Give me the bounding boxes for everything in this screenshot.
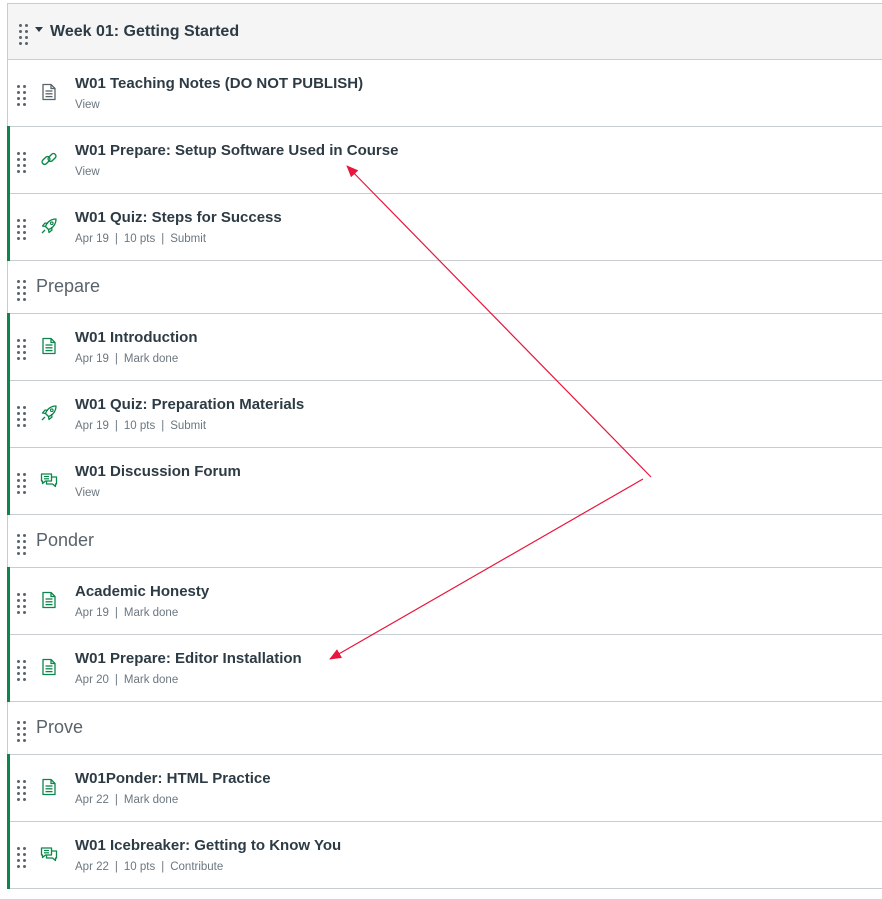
item-action-link[interactable]: View [75, 487, 100, 499]
item-title-link[interactable]: W01 Icebreaker: Getting to Know You [75, 837, 341, 854]
item-action-link[interactable]: Contribute [170, 861, 223, 873]
drag-handle-icon[interactable] [17, 780, 26, 801]
text-header-row: Prepare [8, 261, 882, 314]
link-icon [39, 149, 59, 169]
item-meta: Apr 19 | Mark done [75, 353, 178, 365]
item-meta: View [75, 487, 100, 499]
drag-handle-icon[interactable] [17, 85, 26, 106]
module-item-row[interactable]: W01 Quiz: Steps for Success Apr 19 | 10 pts… [7, 193, 882, 261]
item-title-link[interactable]: W01 Discussion Forum [75, 463, 241, 480]
module-item-row[interactable]: W01 Icebreaker: Getting to Know You Apr 2… [7, 821, 882, 889]
item-title-link[interactable]: W01 Prepare: Editor Installation [75, 650, 302, 667]
meta-separator: | [161, 233, 165, 245]
meta-separator: | [114, 420, 118, 432]
item-meta: Apr 22 | 10 pts | Contribute [75, 861, 223, 873]
drag-handle-icon[interactable] [17, 660, 26, 681]
drag-handle-icon[interactable] [17, 721, 26, 742]
meta-separator: | [114, 674, 118, 686]
item-meta-value: Apr 22 [75, 794, 109, 806]
item-meta: Apr 19 | 10 pts | Submit [75, 233, 206, 245]
page-icon [39, 590, 59, 610]
module-item-row[interactable]: W01Ponder: HTML Practice Apr 22 | Mark done [7, 754, 882, 822]
item-meta-value: 10 pts [123, 233, 156, 245]
item-title-link[interactable]: W01 Quiz: Steps for Success [75, 209, 282, 226]
module-item-row[interactable]: W01 Introduction Apr 19 | Mark done [7, 313, 882, 381]
item-meta: Apr 20 | Mark done [75, 674, 178, 686]
module-item-row[interactable]: W01 Teaching Notes (DO NOT PUBLISH) View [8, 60, 882, 127]
drag-handle-icon[interactable] [17, 473, 26, 494]
module-items-list: W01 Teaching Notes (DO NOT PUBLISH) View W… [7, 60, 882, 889]
item-action-link[interactable]: Mark done [124, 353, 178, 365]
drag-handle-icon[interactable] [17, 593, 26, 614]
meta-separator: | [161, 861, 165, 873]
item-action-link[interactable]: Mark done [124, 674, 178, 686]
item-title-link[interactable]: W01 Introduction [75, 329, 198, 346]
meta-separator: | [114, 861, 118, 873]
item-title-link[interactable]: W01 Teaching Notes (DO NOT PUBLISH) [75, 75, 363, 92]
text-header-title: Ponder [36, 530, 95, 550]
drag-handle-icon[interactable] [17, 339, 26, 360]
item-meta-value: Apr 22 [75, 861, 109, 873]
item-meta-value: 10 pts [123, 420, 156, 432]
meta-separator: | [161, 420, 165, 432]
module-title: Week 01: Getting Started [50, 23, 240, 40]
drag-handle-icon[interactable] [17, 280, 26, 301]
collapse-caret-icon[interactable] [35, 27, 43, 32]
item-meta: Apr 19 | Mark done [75, 607, 178, 619]
text-header-row: Prove [8, 702, 882, 755]
text-header-title: Prepare [36, 276, 101, 296]
drag-handle-icon[interactable] [17, 534, 26, 555]
text-header-row: Ponder [8, 515, 882, 568]
page-icon [39, 657, 59, 677]
item-meta: View [75, 166, 100, 178]
meta-separator: | [114, 233, 118, 245]
item-meta-value: Apr 19 [75, 233, 109, 245]
item-action-link[interactable]: Mark done [124, 794, 178, 806]
quiz-rocket-icon [39, 403, 59, 423]
page-icon [39, 777, 59, 797]
meta-separator: | [114, 794, 118, 806]
drag-handle-icon[interactable] [17, 219, 26, 240]
item-action-link[interactable]: Submit [170, 233, 206, 245]
item-title-link[interactable]: W01Ponder: HTML Practice [75, 770, 271, 787]
drag-handle-icon[interactable] [17, 847, 26, 868]
module-item-row[interactable]: W01 Prepare: Setup Software Used in Cour… [7, 126, 882, 194]
module-item-row[interactable]: W01 Quiz: Preparation Materials Apr 19 | 10… [7, 380, 882, 448]
page-icon [39, 82, 59, 102]
item-meta-value: Apr 19 [75, 353, 109, 365]
text-header-title: Prove [36, 717, 84, 737]
module-item-row[interactable]: Academic Honesty Apr 19 | Mark done [7, 567, 882, 635]
meta-separator: | [114, 607, 118, 619]
item-title-link[interactable]: W01 Prepare: Setup Software Used in Cour… [75, 142, 398, 159]
item-meta-value: 10 pts [123, 861, 156, 873]
item-action-link[interactable]: Mark done [124, 607, 178, 619]
item-action-link[interactable]: View [75, 99, 100, 111]
item-meta: View [75, 99, 100, 111]
module-header[interactable]: Week 01: Getting Started [8, 3, 882, 60]
page-icon [39, 336, 59, 356]
item-title-link[interactable]: Academic Honesty [75, 583, 209, 600]
item-meta-value: Apr 19 [75, 607, 109, 619]
drag-handle-icon[interactable] [17, 406, 26, 427]
item-meta-value: Apr 19 [75, 420, 109, 432]
item-meta-value: Apr 20 [75, 674, 109, 686]
module-item-row[interactable]: W01 Discussion Forum View [7, 447, 882, 515]
item-title-link[interactable]: W01 Quiz: Preparation Materials [75, 396, 304, 413]
item-action-link[interactable]: View [75, 166, 100, 178]
meta-separator: | [114, 353, 118, 365]
item-action-link[interactable]: Submit [170, 420, 206, 432]
item-meta: Apr 19 | 10 pts | Submit [75, 420, 206, 432]
drag-handle-icon[interactable] [17, 152, 26, 173]
discussion-icon [39, 470, 59, 490]
discussion-icon [39, 844, 59, 864]
module-item-row[interactable]: W01 Prepare: Editor Installation Apr 20 | M… [7, 634, 882, 702]
module-week-01: Week 01: Getting Started W01 Teaching No… [7, 3, 882, 889]
item-meta: Apr 22 | Mark done [75, 794, 178, 806]
drag-handle-icon[interactable] [19, 24, 28, 45]
quiz-rocket-icon [39, 216, 59, 236]
